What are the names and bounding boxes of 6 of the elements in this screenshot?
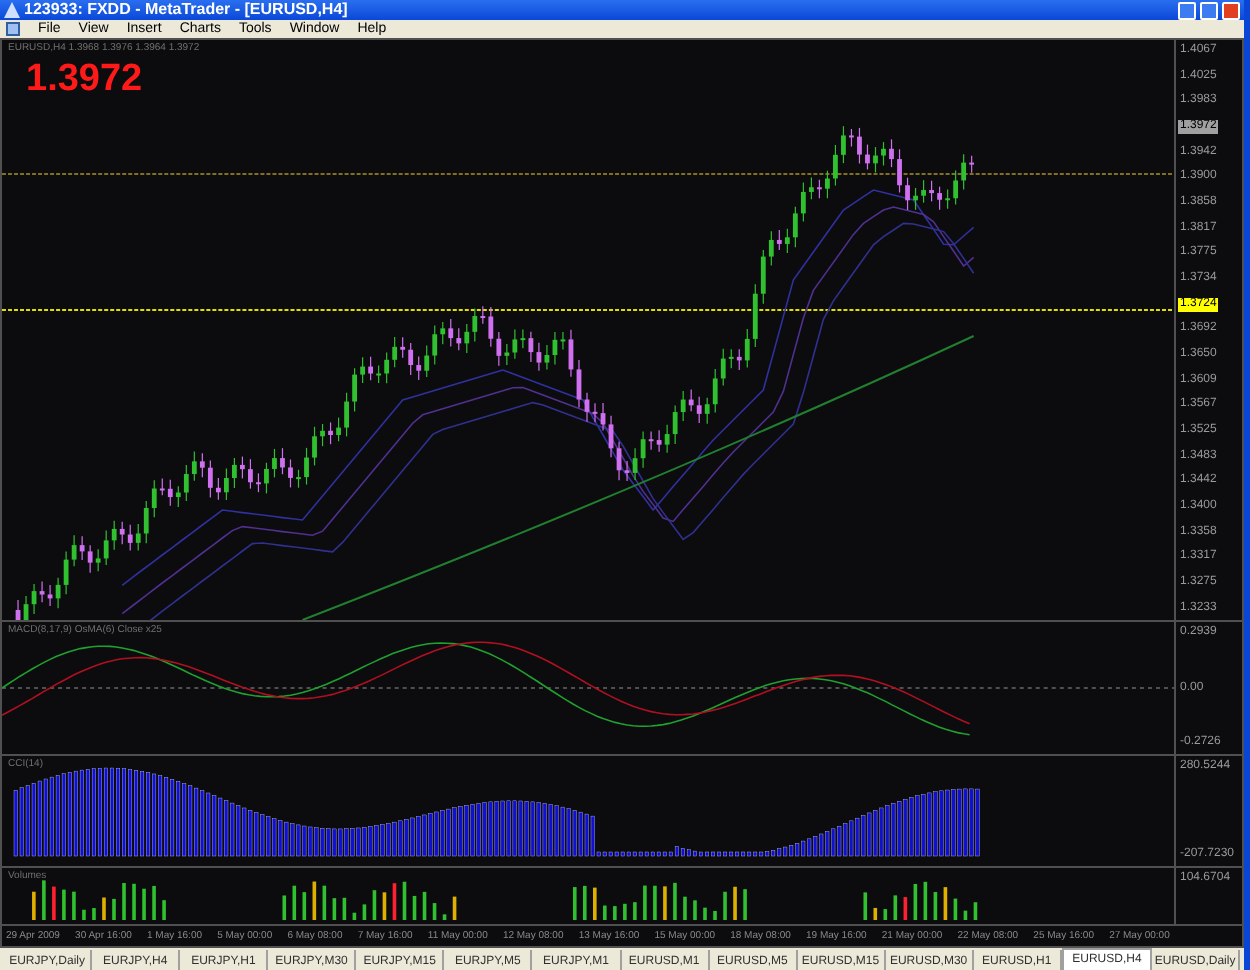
minimize-button[interactable] bbox=[1178, 1, 1196, 19]
price-label: 1.3972 bbox=[26, 60, 143, 100]
close-button[interactable] bbox=[1222, 1, 1240, 19]
window-title: 123933: FXDD - MetaTrader - [EURUSD,H4] bbox=[24, 0, 350, 20]
maximize-button[interactable] bbox=[1200, 1, 1218, 19]
document-icon bbox=[6, 22, 20, 36]
